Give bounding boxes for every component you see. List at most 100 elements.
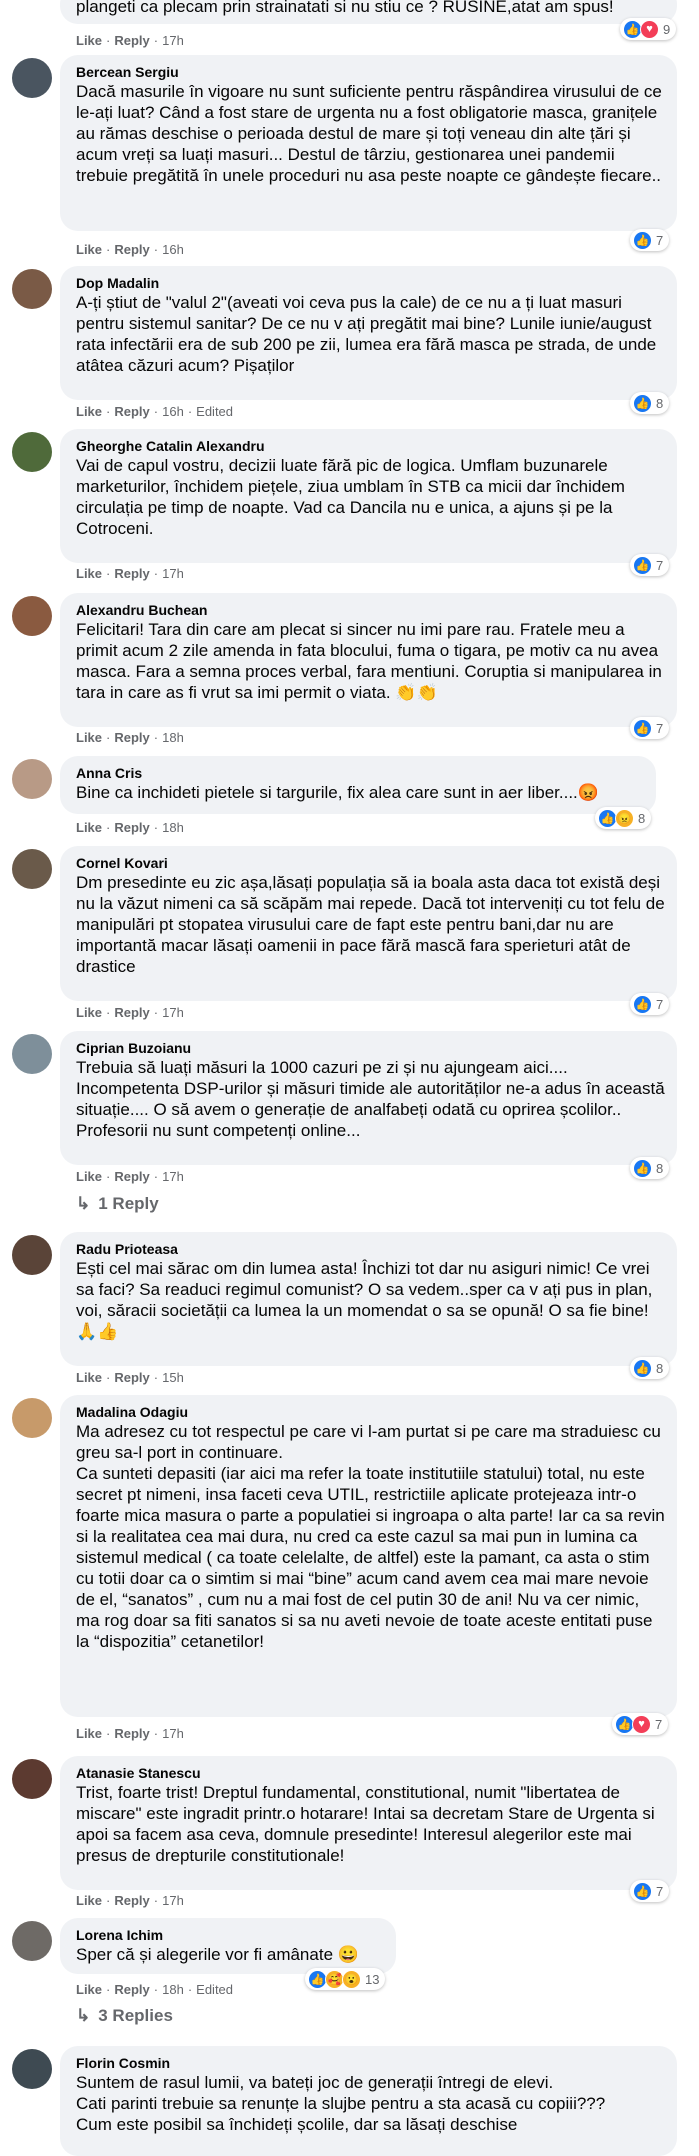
reply-link[interactable]: Reply	[114, 1370, 149, 1385]
comment-actions: Like · Reply · 17h	[76, 1726, 184, 1741]
timestamp[interactable]: 16h	[162, 242, 184, 257]
comment-author[interactable]: Florin Cosmin	[76, 2054, 665, 2072]
comment-author[interactable]: Radu Prioteasa	[76, 1240, 665, 1258]
comment-bubble: Dop Madalin A-ți știut de "valul 2"(avea…	[60, 266, 677, 400]
timestamp[interactable]: 17h	[162, 33, 184, 48]
comment-bubble: plangeti ca plecam prin strainatati si n…	[60, 0, 677, 24]
comment-author[interactable]: Ciprian Buzoianu	[76, 1039, 665, 1057]
reaction-summary[interactable]: 👍 8	[630, 392, 670, 414]
like-link[interactable]: Like	[76, 1005, 102, 1020]
comment-author[interactable]: Lorena Ichim	[76, 1926, 384, 1944]
like-reaction-icon: 👍	[633, 1158, 652, 1178]
replies-count[interactable]: 1 Reply	[98, 1194, 158, 1213]
timestamp[interactable]: 18h	[162, 820, 184, 835]
reaction-summary[interactable]: 👍 8	[630, 1357, 670, 1379]
comment-text: Ma adresez cu tot respectul pe care vi l…	[76, 1422, 665, 1651]
avatar[interactable]	[12, 1398, 52, 1438]
like-link[interactable]: Like	[76, 566, 102, 581]
reaction-count: 7	[656, 1883, 664, 1899]
comment-actions: Like · Reply · 17h	[76, 566, 184, 581]
avatar[interactable]	[12, 1759, 52, 1799]
reply-link[interactable]: Reply	[114, 1005, 149, 1020]
reaction-summary[interactable]: 👍 7	[630, 229, 670, 251]
avatar[interactable]	[12, 596, 52, 636]
comment-bubble: Gheorghe Catalin Alexandru Vai de capul …	[60, 429, 677, 563]
like-link[interactable]: Like	[76, 730, 102, 745]
reply-link[interactable]: Reply	[114, 1893, 149, 1908]
reply-link[interactable]: Reply	[114, 1982, 149, 1997]
timestamp[interactable]: 16h	[162, 404, 184, 419]
like-reaction-icon: 👍	[633, 1358, 652, 1378]
edited-label[interactable]: Edited	[196, 1982, 233, 1997]
reaction-summary[interactable]: 👍 7	[630, 717, 670, 739]
reaction-summary[interactable]: 👍 🥰 😮 13	[305, 1968, 386, 1990]
timestamp[interactable]: 17h	[162, 1169, 184, 1184]
comment-bubble: Lorena Ichim Sper că și alegerile vor fi…	[60, 1918, 396, 1974]
timestamp[interactable]: 18h	[162, 1982, 184, 1997]
reaction-summary[interactable]: 👍 7	[630, 993, 670, 1015]
reply-link[interactable]: Reply	[114, 820, 149, 835]
avatar[interactable]	[12, 58, 52, 98]
comment-actions: Like · Reply · 17h	[76, 1169, 184, 1184]
reaction-count: 7	[656, 996, 664, 1012]
like-link[interactable]: Like	[76, 1726, 102, 1741]
timestamp[interactable]: 15h	[162, 1370, 184, 1385]
avatar[interactable]	[12, 849, 52, 889]
comment-bubble: Alexandru Buchean Felicitari! Tara din c…	[60, 593, 677, 727]
like-link[interactable]: Like	[76, 1893, 102, 1908]
reaction-summary[interactable]: 👍 ♥ 7	[612, 1713, 669, 1735]
comment-author[interactable]: Anna Cris	[76, 764, 644, 782]
reaction-summary[interactable]: 👍 ♥ 9	[620, 18, 677, 40]
like-link[interactable]: Like	[76, 242, 102, 257]
reply-link[interactable]: Reply	[114, 404, 149, 419]
timestamp[interactable]: 17h	[162, 1893, 184, 1908]
comment-author[interactable]: Alexandru Buchean	[76, 601, 665, 619]
comment-author[interactable]: Cornel Kovari	[76, 854, 665, 872]
reply-link[interactable]: Reply	[114, 566, 149, 581]
reaction-count: 9	[663, 21, 671, 37]
reaction-summary[interactable]: 👍 7	[630, 1880, 670, 1902]
comment-author[interactable]: Madalina Odagiu	[76, 1403, 665, 1421]
reply-link[interactable]: Reply	[114, 730, 149, 745]
like-link[interactable]: Like	[76, 1982, 102, 1997]
avatar[interactable]	[12, 1034, 52, 1074]
timestamp[interactable]: 17h	[162, 566, 184, 581]
comment-actions: Like · Reply · 18h	[76, 730, 184, 745]
reply-link[interactable]: Reply	[114, 1726, 149, 1741]
replies-count[interactable]: 3 Replies	[98, 2006, 173, 2025]
like-link[interactable]: Like	[76, 33, 102, 48]
reaction-summary[interactable]: 👍 😠 8	[595, 807, 652, 829]
comment-actions: Like · Reply · 16h · Edited	[76, 404, 234, 419]
avatar[interactable]	[12, 1921, 52, 1961]
avatar[interactable]	[12, 269, 52, 309]
view-replies-link[interactable]: ↳ 1 Reply	[76, 1194, 159, 1214]
timestamp[interactable]: 17h	[162, 1726, 184, 1741]
like-link[interactable]: Like	[76, 1370, 102, 1385]
timestamp[interactable]: 18h	[162, 730, 184, 745]
reply-link[interactable]: Reply	[114, 242, 149, 257]
view-replies-link[interactable]: ↳ 3 Replies	[76, 2006, 173, 2026]
like-reaction-icon: 👍	[633, 555, 652, 575]
comment-author[interactable]: Gheorghe Catalin Alexandru	[76, 437, 665, 455]
comment-text: Dacă masurile în vigoare nu sunt suficie…	[76, 82, 667, 185]
avatar[interactable]	[12, 759, 52, 799]
avatar[interactable]	[12, 432, 52, 472]
like-link[interactable]: Like	[76, 1169, 102, 1184]
timestamp[interactable]: 17h	[162, 1005, 184, 1020]
comment-bubble: Atanasie Stanescu Trist, foarte trist! D…	[60, 1756, 677, 1890]
like-link[interactable]: Like	[76, 404, 102, 419]
comment-text: Dm presedinte eu zic așa,lăsați populați…	[76, 873, 670, 976]
comment-author[interactable]: Atanasie Stanescu	[76, 1764, 665, 1782]
avatar[interactable]	[12, 1235, 52, 1275]
comment-author[interactable]: Dop Madalin	[76, 274, 665, 292]
edited-label[interactable]: Edited	[196, 404, 233, 419]
avatar[interactable]	[12, 2049, 52, 2089]
reply-link[interactable]: Reply	[114, 33, 149, 48]
reaction-count: 8	[656, 1360, 664, 1376]
like-link[interactable]: Like	[76, 820, 102, 835]
comment-bubble: Florin Cosmin Suntem de rasul lumii, va …	[60, 2046, 677, 2156]
reply-link[interactable]: Reply	[114, 1169, 149, 1184]
reaction-summary[interactable]: 👍 8	[630, 1157, 670, 1179]
comment-author[interactable]: Bercean Sergiu	[76, 63, 665, 81]
reaction-summary[interactable]: 👍 7	[630, 554, 670, 576]
